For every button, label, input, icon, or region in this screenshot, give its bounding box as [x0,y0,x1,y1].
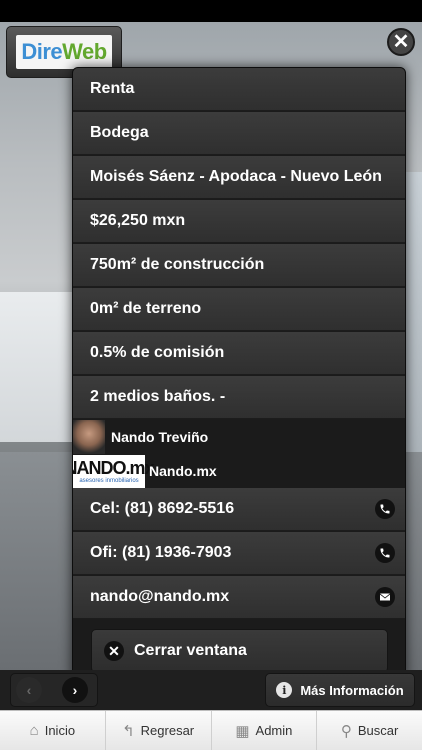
nav-admin[interactable]: ▦ Admin [212,711,318,750]
search-icon: ⚲ [340,722,352,740]
nav-home[interactable]: ⌂ Inicio [0,711,106,750]
listing-operation: Renta [73,68,405,111]
listing-location: Moisés Sáenz - Apodaca - Nuevo León [73,156,405,199]
listing-price: $26,250 mxn [73,200,405,243]
nav-admin-label: Admin [255,723,293,738]
status-bar [0,0,422,22]
nav-back-label: Regresar [140,723,195,738]
more-info-label: Más Información [300,682,404,698]
phone-icon [375,543,395,563]
logo-part-1: Dire [21,39,63,64]
email-button[interactable]: nando@nando.mx [73,576,405,619]
close-icon: ✕ [104,641,124,661]
listing-type: Bodega [73,112,405,155]
phone-icon [375,499,395,519]
nav-search-label: Buscar [357,723,399,738]
listing-bathrooms: 2 medios baños. - [73,376,405,419]
mail-icon [375,587,395,607]
cel-label: Cel: (81) 8692-5516 [90,500,235,517]
close-icon[interactable]: ✕ [387,28,415,56]
agent-name: Nando Treviño [111,429,209,445]
agency-logo-tagline: asesores inmobiliarios [79,477,139,484]
close-window-button[interactable]: ✕ Cerrar ventana [91,629,388,673]
call-cel-button[interactable]: Cel: (81) 8692-5516 [73,488,405,531]
nav-back[interactable]: ↰ Regresar [106,711,212,750]
agency-logo-text: NANDO.mx [72,457,155,478]
home-icon: ⌂ [29,722,39,739]
close-window-label: Cerrar ventana [134,642,247,659]
nav-search[interactable]: ⚲ Buscar [317,711,422,750]
agency-name: Nando.mx [149,463,217,479]
agency-logo: NANDO.mx asesores inmobiliarios [73,454,155,488]
next-icon[interactable]: › [62,677,88,703]
email-label: nando@nando.mx [90,588,230,605]
prev-icon[interactable]: ‹ [16,677,42,703]
ofi-label: Ofi: (81) 1936-7903 [90,544,232,561]
listing-land: 0m² de terreno [73,288,405,331]
app-logo-text: Dire Web [16,35,112,69]
listing-construction: 750m² de construcción [73,244,405,287]
agency-row[interactable]: NANDO.mx asesores inmobiliarios Nando.mx [73,454,405,488]
pager-bar: ‹ › i Más Información [0,670,422,710]
grid-icon: ▦ [235,722,250,740]
nav-home-label: Inicio [44,723,76,738]
listing-popup: Renta Bodega Moisés Sáenz - Apodaca - Nu… [72,67,406,681]
back-icon: ↰ [122,722,135,740]
bottom-nav: ⌂ Inicio ↰ Regresar ▦ Admin ⚲ Buscar [0,710,422,750]
info-icon: i [276,682,293,698]
listing-commission: 0.5% de comisión [73,332,405,375]
logo-part-2: Web [62,39,107,64]
more-info-button[interactable]: i Más Información [265,673,415,707]
call-office-button[interactable]: Ofi: (81) 1936-7903 [73,532,405,575]
avatar [73,420,105,454]
agent-row[interactable]: Nando Treviño [73,420,405,454]
